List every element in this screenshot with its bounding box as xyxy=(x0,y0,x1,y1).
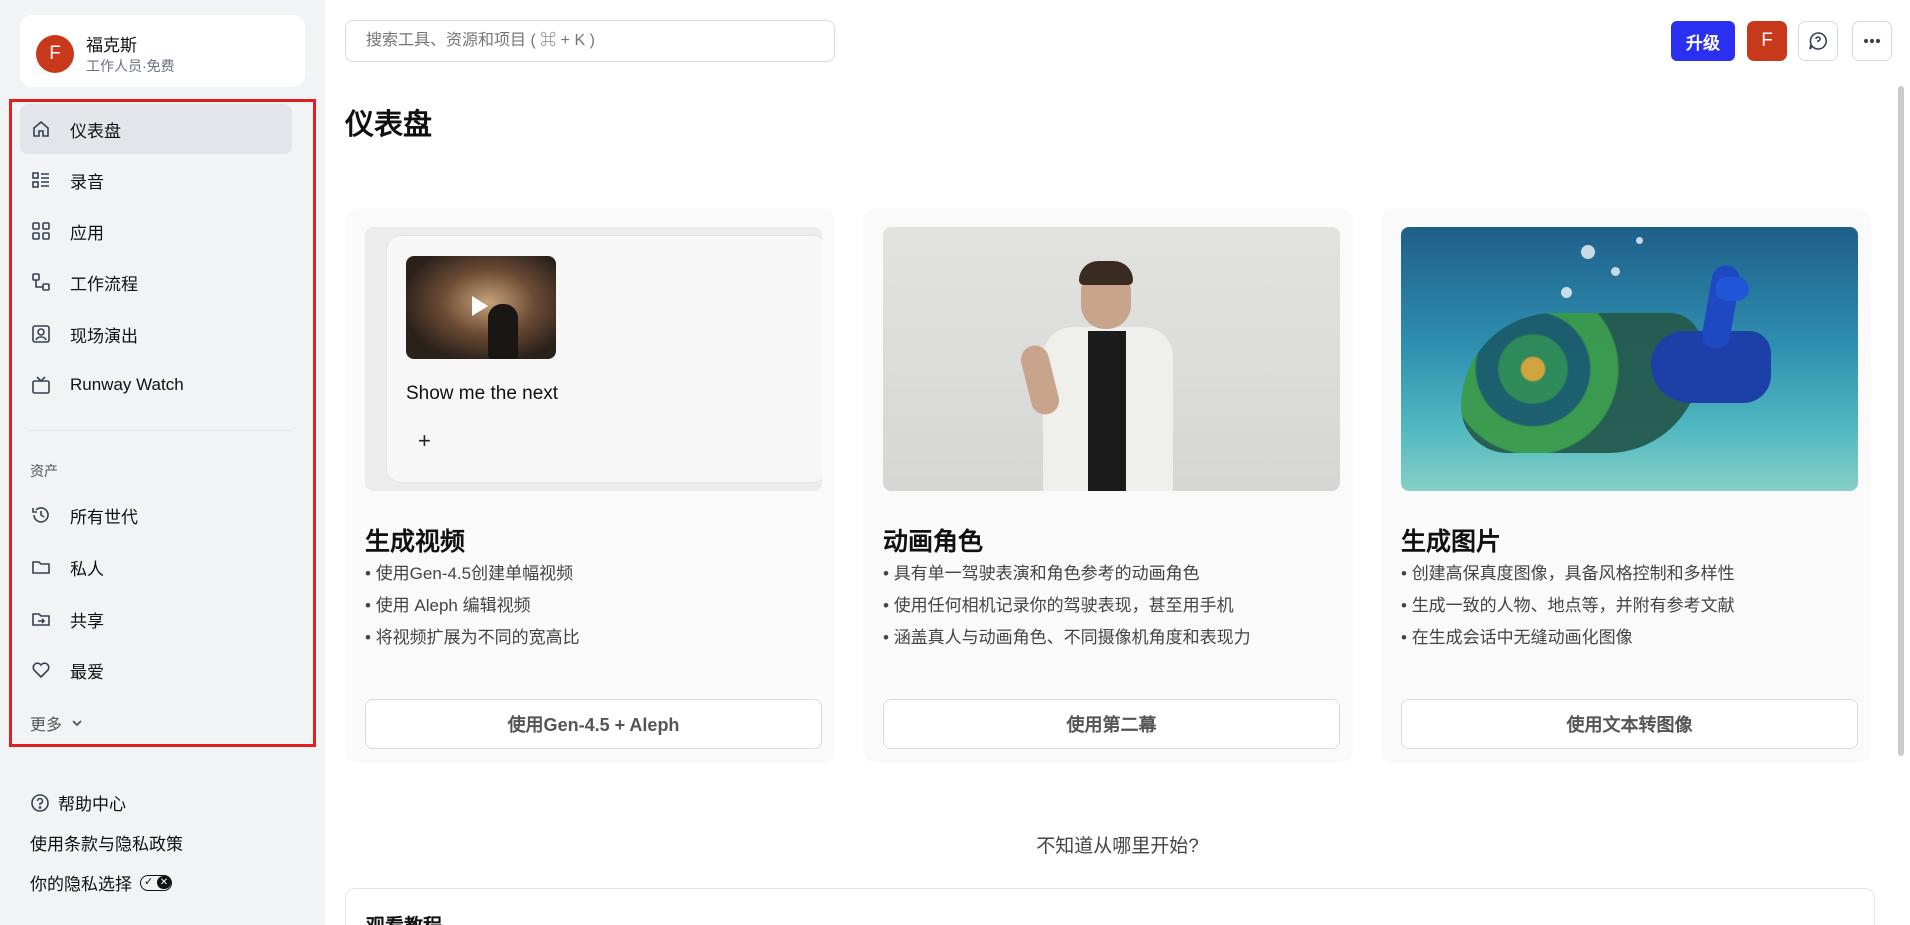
account-avatar: F xyxy=(36,35,74,73)
assets-section-label: 资产 xyxy=(30,463,58,479)
play-icon xyxy=(472,296,488,316)
terms-privacy-label: 使用条款与隐私政策 xyxy=(30,835,183,854)
sidebar-item-favorites[interactable]: 最爱 xyxy=(20,645,292,695)
use-gen45-aleph-button[interactable]: 使用Gen-4.5 + Aleph xyxy=(365,699,822,749)
sidebar-item-label: 最爱 xyxy=(70,662,104,682)
apps-grid-icon xyxy=(30,220,52,242)
sidebar-item-label: 工作流程 xyxy=(70,274,138,294)
feature-item: 在生成会话中无缝动画化图像 xyxy=(1401,622,1735,654)
help-icon xyxy=(31,793,49,812)
chevron-down-icon xyxy=(72,720,82,727)
feature-list: 创建高保真度图像，具备风格控制和多样性 生成一致的人物、地点等，并附有参考文献 … xyxy=(1401,558,1735,654)
privacy-choices-label: 你的隐私选择 xyxy=(30,875,132,894)
sidebar-item-label: 私人 xyxy=(70,559,104,579)
privacy-toggle-icon: ✓ ✕ xyxy=(140,874,172,891)
account-plan: 工作人员·免费 xyxy=(86,58,175,74)
card-preview-image xyxy=(883,227,1340,491)
shared-folder-icon xyxy=(30,608,52,630)
card-title: 生成图片 xyxy=(1401,528,1502,556)
help-center-link[interactable]: 帮助中心 xyxy=(30,790,126,815)
main-content: 升级 F 仪表盘 Show me the next + 生成视频 使用Gen-4… xyxy=(325,0,1910,925)
feature-item: 具有单一驾驶表演和角色参考的动画角色 xyxy=(883,558,1251,590)
video-thumbnail[interactable] xyxy=(406,256,556,359)
card-preview-image: Show me the next + xyxy=(365,227,822,491)
feature-item: 生成一致的人物、地点等，并附有参考文献 xyxy=(1401,590,1735,622)
upgrade-button[interactable]: 升级 xyxy=(1671,21,1735,61)
sidebar-item-label: 所有世代 xyxy=(70,507,138,527)
sidebar-item-label: 共享 xyxy=(70,611,104,631)
tutorial-panel[interactable]: 观看教程 xyxy=(345,888,1875,925)
sidebar-item-label: 录音 xyxy=(70,172,104,192)
feature-list: 使用Gen-4.5创建单幅视频 使用 Aleph 编辑视频 将视频扩展为不同的宽… xyxy=(365,558,580,654)
more-options-button[interactable] xyxy=(1852,21,1892,61)
user-avatar[interactable]: F xyxy=(1747,21,1787,61)
sidebar-item-private[interactable]: 私人 xyxy=(20,542,292,592)
card-animate-character: 动画角色 具有单一驾驶表演和角色参考的动画角色 使用任何相机记录你的驾驶表现，甚… xyxy=(863,208,1353,763)
terms-privacy-link[interactable]: 使用条款与隐私政策 xyxy=(30,830,183,855)
ellipsis-icon xyxy=(1863,38,1881,44)
card-title: 生成视频 xyxy=(365,528,466,556)
sidebar-item-dashboard[interactable]: 仪表盘 xyxy=(20,104,292,154)
feature-item: 使用任何相机记录你的驾驶表现，甚至用手机 xyxy=(883,590,1251,622)
tutorial-title: 观看教程 xyxy=(366,911,442,925)
use-text-to-image-button[interactable]: 使用文本转图像 xyxy=(1401,699,1858,749)
sidebar-item-apps[interactable]: 应用 xyxy=(20,206,292,256)
more-label: 更多 xyxy=(30,717,63,734)
plus-icon: + xyxy=(418,428,431,453)
card-title: 动画角色 xyxy=(883,528,984,556)
sidebar-item-label: 仪表盘 xyxy=(70,121,121,141)
card-generate-video: Show me the next + 生成视频 使用Gen-4.5创建单幅视频 … xyxy=(345,208,835,763)
search-input[interactable] xyxy=(345,20,835,62)
live-icon xyxy=(30,323,52,345)
sidebar-item-workflows[interactable]: 工作流程 xyxy=(20,257,292,307)
page-title: 仪表盘 xyxy=(345,109,433,141)
account-switcher[interactable]: F 福克斯 工作人员·免费 xyxy=(20,15,305,87)
sidebar-divider xyxy=(28,430,292,431)
feature-list: 具有单一驾驶表演和角色参考的动画角色 使用任何相机记录你的驾驶表现，甚至用手机 … xyxy=(883,558,1251,654)
feature-item: 将视频扩展为不同的宽高比 xyxy=(365,622,580,654)
feedback-button[interactable] xyxy=(1798,21,1838,61)
card-generate-image: 生成图片 创建高保真度图像，具备风格控制和多样性 生成一致的人物、地点等，并附有… xyxy=(1381,208,1871,763)
use-act-two-button[interactable]: 使用第二幕 xyxy=(883,699,1340,749)
list-icon xyxy=(30,169,52,191)
folder-icon xyxy=(30,556,52,578)
chat-bubble-icon xyxy=(1809,32,1827,50)
workflow-icon xyxy=(30,271,52,293)
heart-icon xyxy=(30,659,52,681)
sidebar-item-live[interactable]: 现场演出 xyxy=(20,309,292,359)
sidebar-item-runway-watch[interactable]: Runway Watch xyxy=(20,360,292,410)
privacy-choices-link[interactable]: 你的隐私选择 ✓ ✕ xyxy=(30,870,172,895)
feature-item: 创建高保真度图像，具备风格控制和多样性 xyxy=(1401,558,1735,590)
history-icon xyxy=(30,504,52,526)
help-center-label: 帮助中心 xyxy=(58,795,126,814)
feature-item: 使用Gen-4.5创建单幅视频 xyxy=(365,558,580,590)
sidebar-item-shared[interactable]: 共享 xyxy=(20,594,292,644)
card-preview-image xyxy=(1401,227,1858,491)
sidebar-item-label: 现场演出 xyxy=(70,326,138,346)
sidebar-item-label: Runway Watch xyxy=(70,375,184,394)
sidebar-item-recordings[interactable]: 录音 xyxy=(20,155,292,205)
home-icon xyxy=(30,118,52,140)
getting-started-hint: 不知道从哪里开始? xyxy=(1036,836,1199,857)
sidebar-item-all-generations[interactable]: 所有世代 xyxy=(20,490,292,540)
sidebar: F 福克斯 工作人员·免费 仪表盘 录音 应用 工作流程 现场演出 Runway… xyxy=(0,0,325,925)
account-name: 福克斯 xyxy=(86,36,137,55)
feature-item: 涵盖真人与动画角色、不同摄像机角度和表现力 xyxy=(883,622,1251,654)
sidebar-item-label: 应用 xyxy=(70,223,104,243)
feature-item: 使用 Aleph 编辑视频 xyxy=(365,590,580,622)
tv-icon xyxy=(30,374,52,396)
sidebar-more-toggle[interactable]: 更多 xyxy=(30,711,84,735)
prompt-preview-text: Show me the next xyxy=(406,383,559,404)
main-scrollbar[interactable] xyxy=(1898,86,1904,756)
